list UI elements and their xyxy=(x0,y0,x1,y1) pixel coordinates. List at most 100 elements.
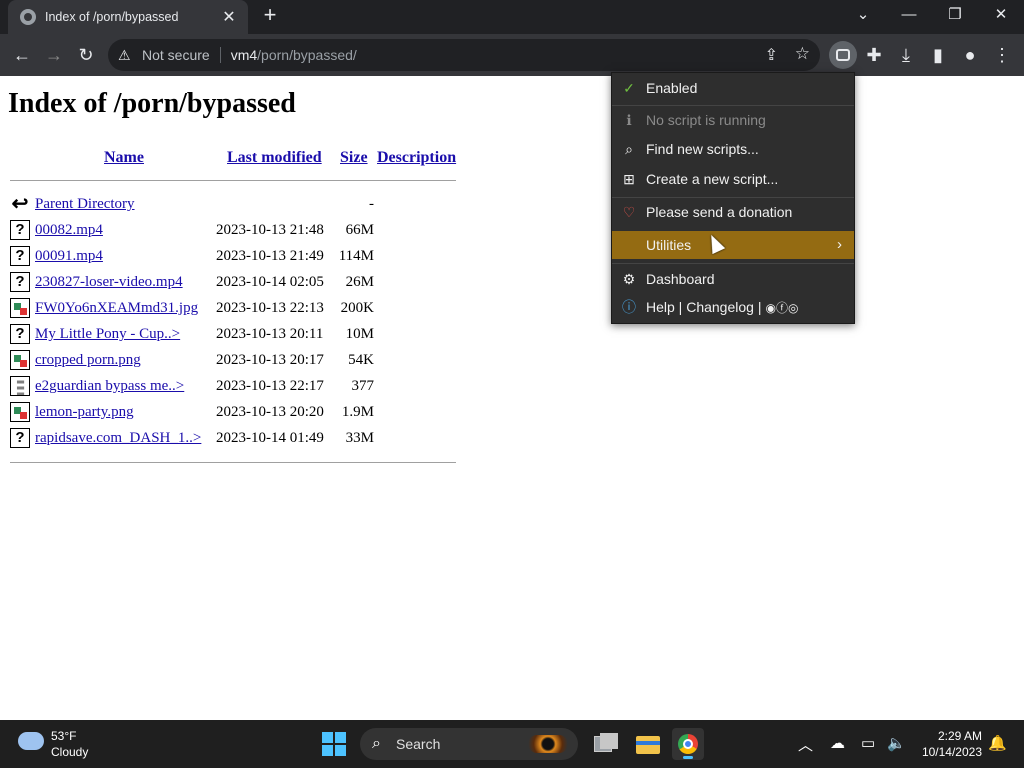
file-modified: 2023-10-13 21:48 xyxy=(216,222,324,238)
reload-button[interactable]: ↻ xyxy=(74,43,98,67)
column-header-size[interactable]: Size xyxy=(340,149,368,167)
windows-start-icon[interactable] xyxy=(322,732,346,756)
file-link[interactable]: 00082.mp4 xyxy=(35,222,103,239)
taskbar: 53°F Cloudy ⌕ Search ︿ ☁ ▭ 🔈 2:29 AM 10/… xyxy=(0,720,1024,768)
task-view-icon[interactable] xyxy=(590,728,622,760)
file-size: 54K xyxy=(348,352,374,368)
table-row: ? 00082.mp4 2023-10-13 21:48 66M xyxy=(10,219,470,243)
minimize-button[interactable]: — xyxy=(894,4,924,26)
file-modified: 2023-10-13 20:20 xyxy=(216,404,324,420)
clock-time[interactable]: 2:29 AM xyxy=(934,729,982,743)
file-size: 114M xyxy=(338,248,374,264)
file-link[interactable]: rapidsave.com_DASH_1..> xyxy=(35,430,201,447)
window-close-button[interactable]: ✕ xyxy=(986,4,1016,26)
tab-active[interactable]: Index of /porn/bypassed ✕ xyxy=(8,0,248,34)
profile-icon[interactable]: ● xyxy=(958,43,982,67)
file-size: 200K xyxy=(340,300,374,316)
extensions-puzzle-icon[interactable]: ✚ xyxy=(862,43,886,67)
column-header-name[interactable]: Name xyxy=(104,149,144,167)
parent-directory-link[interactable]: Parent Directory xyxy=(35,196,135,213)
menu-item-dashboard[interactable]: ⚙ Dashboard xyxy=(612,265,854,293)
unknown-file-icon: ? xyxy=(10,220,30,240)
help-info-icon: ⓘ xyxy=(622,299,636,315)
restore-button[interactable]: ❐ xyxy=(940,4,970,26)
menu-item-help[interactable]: ⓘ Help | Changelog | ◉ⓕ◎ xyxy=(612,293,854,321)
notification-bell-icon[interactable]: 🔔 xyxy=(988,734,1007,752)
file-modified: 2023-10-13 21:49 xyxy=(216,248,324,264)
eclipse-highlight-icon[interactable] xyxy=(528,735,568,753)
menu-item-label: No script is running xyxy=(646,112,766,128)
tab-close-button[interactable]: ✕ xyxy=(220,7,238,27)
file-explorer-icon[interactable] xyxy=(632,728,664,760)
file-link[interactable]: 00091.mp4 xyxy=(35,248,103,265)
security-label[interactable]: Not secure xyxy=(142,47,210,63)
table-row: FW0Yo6nXEAMmd31.jpg 2023-10-13 22:13 200… xyxy=(10,297,470,321)
file-link[interactable]: lemon-party.png xyxy=(35,404,134,421)
share-icon[interactable]: ⇪ xyxy=(765,45,778,65)
table-row: cropped porn.png 2023-10-13 20:17 54K xyxy=(10,349,470,373)
file-link[interactable]: My Little Pony - Cup..> xyxy=(35,326,180,343)
back-button[interactable]: ← xyxy=(10,43,34,67)
file-modified: 2023-10-13 22:17 xyxy=(216,378,324,394)
file-size: 377 xyxy=(351,378,375,394)
file-modified: 2023-10-13 20:17 xyxy=(216,352,324,368)
weather-desc[interactable]: Cloudy xyxy=(51,745,88,759)
url-path[interactable]: /porn/bypassed/ xyxy=(257,47,357,63)
chrome-icon[interactable] xyxy=(672,728,704,760)
onedrive-icon[interactable]: ☁ xyxy=(830,734,845,752)
menu-item-utilities[interactable]: Utilities › xyxy=(612,231,854,259)
menu-kebab-icon[interactable]: ⋮ xyxy=(990,43,1014,67)
column-header-description[interactable]: Description xyxy=(377,149,456,167)
file-size: 33M xyxy=(345,430,374,446)
social-icons[interactable]: ◉ⓕ◎ xyxy=(765,299,798,316)
file-modified: 2023-10-14 02:05 xyxy=(216,274,324,290)
address-bar[interactable]: ⚠ Not secure vm4 /porn/bypassed/ ⇪ ☆ xyxy=(108,39,820,71)
image-file-icon xyxy=(10,298,30,318)
browser-toolbar: ← → ↻ ⚠ Not secure vm4 /porn/bypassed/ ⇪… xyxy=(0,34,1024,76)
file-modified: 2023-10-13 22:13 xyxy=(216,300,324,316)
tampermonkey-extension-icon[interactable] xyxy=(829,41,857,69)
table-row: lemon-party.png 2023-10-13 20:20 1.9M xyxy=(10,401,470,425)
menu-item-label: Please send a donation xyxy=(646,204,793,220)
side-panel-icon[interactable]: ▮ xyxy=(926,43,950,67)
tab-title: Index of /porn/bypassed xyxy=(45,10,179,24)
page-title: Index of /porn/bypassed xyxy=(8,88,296,119)
new-tab-button[interactable]: + xyxy=(258,4,282,28)
globe-icon xyxy=(20,9,36,25)
network-icon[interactable]: ▭ xyxy=(861,734,875,752)
cloud-icon[interactable] xyxy=(18,732,44,750)
clock-date[interactable]: 10/14/2023 xyxy=(914,745,982,759)
taskbar-search[interactable]: ⌕ Search xyxy=(360,728,578,760)
bookmark-star-icon[interactable]: ☆ xyxy=(795,44,810,64)
image-file-icon xyxy=(10,402,30,422)
search-label: Search xyxy=(396,736,441,752)
file-size: 1.9M xyxy=(341,404,374,420)
menu-item-create-script[interactable]: ⊞ Create a new script... xyxy=(612,165,854,193)
table-row: ? 230827-loser-video.mp4 2023-10-14 02:0… xyxy=(10,271,470,295)
tab-strip: Index of /porn/bypassed ✕ + ⌄ — ❐ ✕ xyxy=(0,0,1024,34)
menu-item-label: Utilities xyxy=(646,237,692,253)
file-size: - xyxy=(369,196,374,212)
download-icon[interactable]: ⤓ xyxy=(894,43,918,67)
menu-item-label: Enabled xyxy=(646,80,698,96)
volume-icon[interactable]: 🔈 xyxy=(887,734,906,752)
table-row: ? 00091.mp4 2023-10-13 21:49 114M xyxy=(10,245,470,269)
url-host[interactable]: vm4 xyxy=(231,47,257,63)
menu-item-find-scripts[interactable]: ⌕ Find new scripts... xyxy=(612,135,854,163)
menu-item-enabled[interactable]: ✓ Enabled xyxy=(612,74,854,102)
file-link[interactable]: e2guardian bypass me..> xyxy=(35,378,184,395)
warning-icon[interactable]: ⚠ xyxy=(118,47,136,64)
weather-temp[interactable]: 53°F xyxy=(51,729,76,743)
tab-search-icon[interactable]: ⌄ xyxy=(848,4,878,26)
file-modified: 2023-10-14 01:49 xyxy=(216,430,324,446)
forward-button[interactable]: → xyxy=(42,43,66,67)
search-icon: ⌕ xyxy=(372,735,381,752)
file-link[interactable]: 230827-loser-video.mp4 xyxy=(35,274,183,291)
menu-item-donation[interactable]: ♡ Please send a donation xyxy=(612,198,854,226)
plus-box-icon: ⊞ xyxy=(623,171,635,187)
column-header-last-modified[interactable]: Last modified xyxy=(227,149,322,167)
file-link[interactable]: cropped porn.png xyxy=(35,352,141,369)
running-indicator xyxy=(683,756,693,759)
chevron-up-icon[interactable]: ︿ xyxy=(798,734,813,755)
file-link[interactable]: FW0Yo6nXEAMmd31.jpg xyxy=(35,300,198,317)
